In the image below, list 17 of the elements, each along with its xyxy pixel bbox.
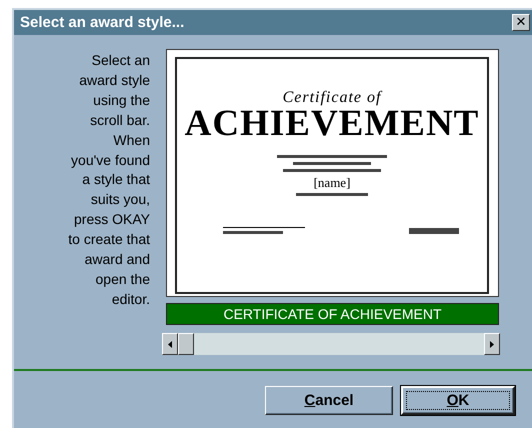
right-arrow-icon <box>490 340 494 348</box>
window-title: Select an award style... <box>20 14 184 31</box>
fine-print-line <box>223 231 283 234</box>
ok-button[interactable]: OK <box>401 386 515 415</box>
scroll-right-button[interactable] <box>484 333 500 355</box>
cancel-button[interactable]: Cancel <box>265 386 393 415</box>
fine-print-line <box>296 193 368 196</box>
certificate-heading: Certificate of <box>282 89 382 107</box>
scroll-thumb[interactable] <box>178 333 194 355</box>
certificate-title: ACHIEVEMENT <box>184 105 480 143</box>
instruction-text: Select an award style using the scroll bar. When you've found a style that suits you, press OKAY to create that award and open the editor. <box>67 51 150 309</box>
left-arrow-icon <box>168 340 172 348</box>
name-field: [name] <box>314 175 350 191</box>
close-button[interactable]: ✕ <box>512 14 530 31</box>
scroll-left-button[interactable] <box>162 333 178 355</box>
horizontal-scrollbar[interactable] <box>162 333 500 355</box>
style-caption: CERTIFICATE OF ACHIEVEMENT <box>166 303 499 325</box>
